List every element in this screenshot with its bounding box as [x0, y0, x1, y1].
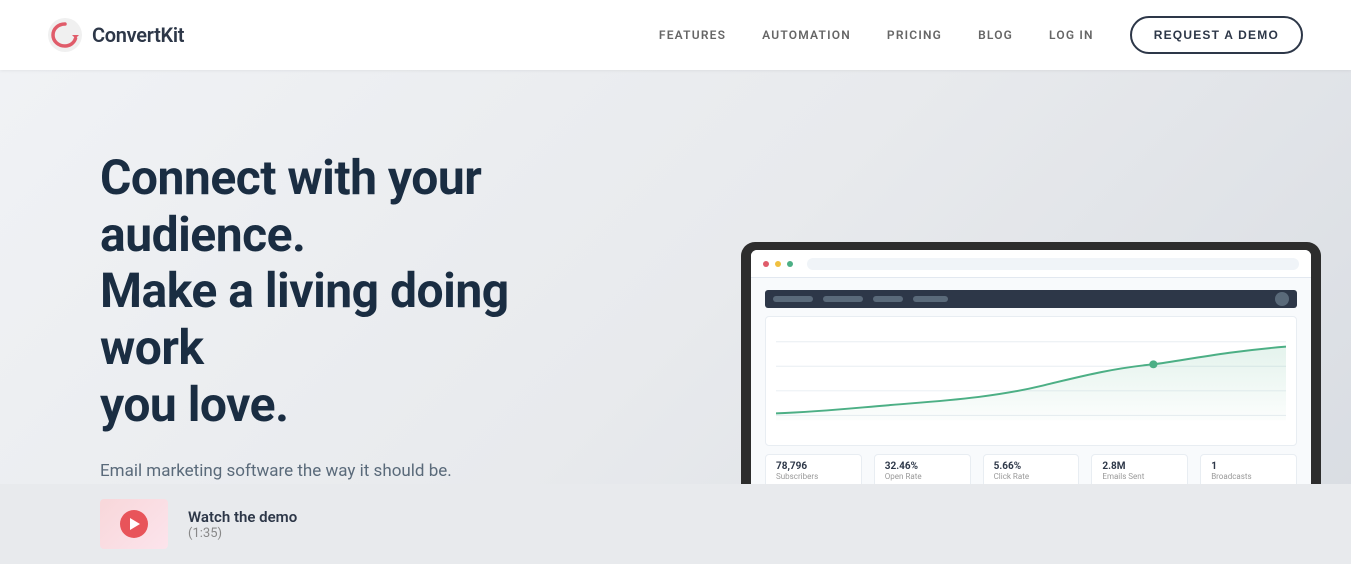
laptop-mockup: 78,796 Subscribers 32.46% Open Rate 5.66… [741, 242, 1321, 504]
stat-broadcasts: 1 Broadcasts [1200, 454, 1297, 488]
stat-subscribers: 78,796 Subscribers [765, 454, 862, 488]
logo[interactable]: ConvertKit [48, 18, 184, 52]
request-demo-button[interactable]: REQUEST A DEMO [1130, 16, 1303, 54]
laptop-screen-outer: 78,796 Subscribers 32.46% Open Rate 5.66… [741, 242, 1321, 490]
play-triangle [130, 518, 140, 530]
nav-automation[interactable]: AUTOMATION [762, 28, 851, 42]
dot-1 [763, 261, 769, 267]
demo-thumb-bg [100, 499, 168, 549]
demo-bar: Watch the demo (1:35) [0, 484, 1351, 564]
stat-emails-sent: 2.8M Emails Sent [1091, 454, 1188, 488]
screen-topbar [751, 250, 1311, 278]
laptop-screen: 78,796 Subscribers 32.46% Open Rate 5.66… [751, 250, 1311, 490]
avatar-icon [1275, 292, 1289, 306]
app-nav-item [873, 296, 903, 302]
nav-links: FEATURES AUTOMATION PRICING BLOG LOG IN … [659, 16, 1303, 54]
nav-login[interactable]: LOG IN [1049, 28, 1094, 42]
stat-open-rate: 32.46% Open Rate [874, 454, 971, 488]
app-nav-item [913, 296, 948, 302]
demo-info: Watch the demo (1:35) [188, 508, 297, 541]
chart-svg [776, 327, 1286, 435]
dot-2 [775, 261, 781, 267]
nav-blog[interactable]: BLOG [978, 28, 1013, 42]
logo-icon [48, 18, 82, 52]
demo-title[interactable]: Watch the demo [188, 508, 297, 526]
nav-pricing[interactable]: PRICING [887, 28, 942, 42]
navbar: ConvertKit FEATURES AUTOMATION PRICING B… [0, 0, 1351, 70]
demo-thumbnail[interactable] [100, 499, 168, 549]
app-nav [765, 290, 1297, 308]
logo-text: ConvertKit [92, 23, 184, 47]
dot-3 [787, 261, 793, 267]
address-bar [807, 258, 1299, 270]
play-button-icon[interactable] [120, 510, 148, 538]
nav-features[interactable]: FEATURES [659, 28, 726, 42]
screen-stats: 78,796 Subscribers 32.46% Open Rate 5.66… [765, 454, 1297, 488]
stat-click-rate: 5.66% Click Rate [983, 454, 1080, 488]
screen-chart [765, 316, 1297, 446]
demo-duration: (1:35) [188, 526, 297, 541]
hero-heading: Connect with your audience. Make a livin… [100, 150, 620, 433]
screen-content: 78,796 Subscribers 32.46% Open Rate 5.66… [751, 278, 1311, 490]
hero-subtext: Email marketing software the way it shou… [100, 461, 620, 481]
hero-section: Connect with your audience. Make a livin… [0, 70, 1351, 564]
app-nav-item [773, 296, 813, 302]
app-nav-item [823, 296, 863, 302]
